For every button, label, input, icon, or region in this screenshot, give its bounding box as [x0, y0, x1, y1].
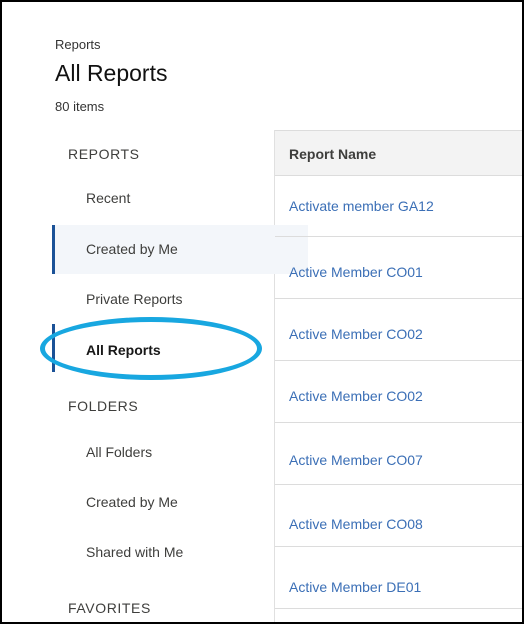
report-link[interactable]: Active Member CO02	[289, 388, 423, 404]
sidebar-item-label: Created by Me	[86, 241, 178, 257]
column-header-report-name[interactable]: Report Name	[289, 146, 376, 162]
page-title: All Reports	[55, 60, 168, 86]
table-row: Active Member DE01	[275, 547, 522, 609]
report-link[interactable]: Active Member CO07	[289, 452, 423, 468]
report-link[interactable]: Activate member GA12	[289, 198, 434, 214]
item-count: 80 items	[55, 99, 105, 114]
sidebar-item-shared-with-me[interactable]: Shared with Me	[52, 544, 308, 560]
sidebar: REPORTS Recent Created by Me Private Rep…	[52, 130, 308, 622]
sidebar-item-all-reports[interactable]: All Reports	[52, 342, 308, 358]
sidebar-item-folders-created-by-me[interactable]: Created by Me	[52, 494, 308, 510]
sidebar-item-all-folders[interactable]: All Folders	[52, 444, 308, 460]
section-label-reports: REPORTS	[68, 146, 140, 162]
active-indicator	[52, 324, 55, 372]
table-row: Active Member CO08	[275, 485, 522, 547]
report-link[interactable]: Active Member CO02	[289, 326, 423, 342]
report-link[interactable]: Active Member CO08	[289, 516, 423, 532]
breadcrumb[interactable]: Reports	[55, 37, 101, 52]
table-row: Active Member CO07	[275, 423, 522, 485]
active-indicator	[52, 225, 55, 274]
reports-window: Reports All Reports 80 items REPORTS Rec…	[0, 0, 524, 624]
table-row: Active Member CO02	[275, 299, 522, 361]
reports-table: Report Name Activate member GA12 Active …	[275, 130, 522, 622]
table-row: Active Member CO01	[275, 237, 522, 299]
report-link[interactable]: Active Member CO01	[289, 264, 423, 280]
sidebar-item-private-reports[interactable]: Private Reports	[52, 291, 308, 307]
section-label-favorites: FAVORITES	[68, 600, 151, 616]
sidebar-item-created-by-me[interactable]: Created by Me	[52, 225, 308, 274]
section-label-folders: FOLDERS	[68, 398, 139, 414]
table-row: Activate member GA12	[275, 175, 522, 237]
table-header: Report Name	[275, 130, 522, 176]
sidebar-item-recent[interactable]: Recent	[52, 190, 308, 206]
table-row: Active Member CO02	[275, 361, 522, 423]
report-link[interactable]: Active Member DE01	[289, 579, 421, 595]
